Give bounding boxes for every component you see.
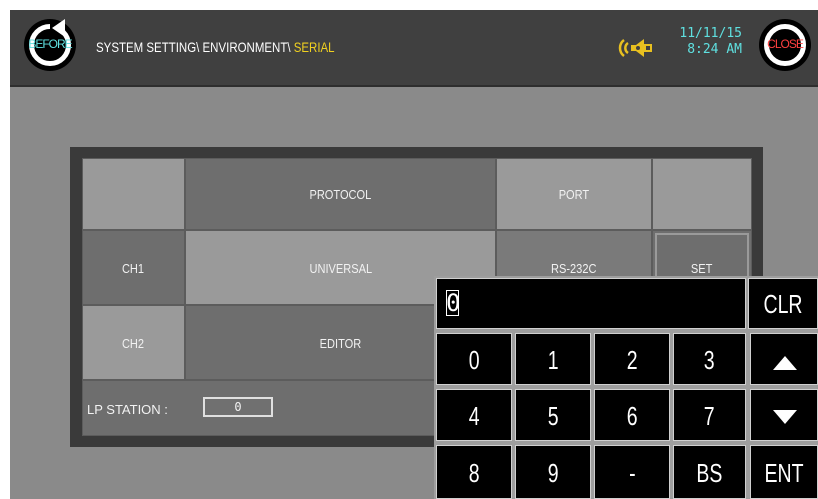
close-label: CLOSE bbox=[767, 37, 804, 51]
close-button[interactable]: CLOSE bbox=[759, 19, 811, 71]
back-arrow-icon bbox=[52, 19, 65, 37]
speaker-icon[interactable] bbox=[618, 36, 658, 60]
ch2-label: CH2 bbox=[82, 305, 185, 380]
key-7[interactable]: 7 bbox=[673, 389, 746, 441]
lp-station-input[interactable]: 0 bbox=[203, 397, 273, 417]
action-header bbox=[652, 158, 752, 230]
lp-station-label: LP STATION : bbox=[87, 402, 168, 417]
keypad-display: 0 bbox=[436, 278, 746, 329]
date-text: 11/11/15 bbox=[679, 26, 742, 41]
header-bar: BEFORE SYSTEM SETTING\ ENVIRONMENT\ SERI… bbox=[10, 10, 818, 87]
numeric-keypad: 0 CLR 0 1 2 3 4 5 6 7 8 9 - BS ENT bbox=[434, 276, 818, 499]
triangle-up-icon[interactable] bbox=[750, 333, 818, 385]
breadcrumb: SYSTEM SETTING\ ENVIRONMENT\ SERIAL bbox=[96, 39, 335, 55]
protocol-header: PROTOCOL bbox=[185, 158, 496, 230]
clr-key[interactable]: CLR bbox=[748, 278, 818, 329]
key-6[interactable]: 6 bbox=[594, 389, 670, 441]
triangle-down-icon[interactable] bbox=[750, 389, 818, 441]
ch1-label: CH1 bbox=[82, 230, 185, 305]
time-text: 8:24 AM bbox=[687, 42, 742, 57]
corner-cell bbox=[82, 158, 185, 230]
port-header: PORT bbox=[496, 158, 652, 230]
hmi-screen: BEFORE SYSTEM SETTING\ ENVIRONMENT\ SERI… bbox=[10, 10, 818, 499]
key-5[interactable]: 5 bbox=[515, 389, 591, 441]
keypad-display-value: 0 bbox=[446, 289, 461, 317]
minus-key[interactable]: - bbox=[594, 445, 670, 499]
breadcrumb-path: SYSTEM SETTING\ ENVIRONMENT\ bbox=[96, 39, 294, 55]
key-8[interactable]: 8 bbox=[436, 445, 512, 499]
key-2[interactable]: 2 bbox=[594, 333, 670, 385]
enter-key[interactable]: ENT bbox=[750, 445, 818, 499]
backspace-key[interactable]: BS bbox=[673, 445, 746, 499]
breadcrumb-current: SERIAL bbox=[293, 39, 335, 55]
key-9[interactable]: 9 bbox=[515, 445, 591, 499]
datetime-display: 11/11/15 8:24 AM bbox=[670, 26, 742, 58]
key-0[interactable]: 0 bbox=[436, 333, 512, 385]
key-1[interactable]: 1 bbox=[515, 333, 591, 385]
key-4[interactable]: 4 bbox=[436, 389, 512, 441]
before-label: BEFORE bbox=[28, 37, 72, 51]
before-button[interactable]: BEFORE bbox=[24, 19, 76, 71]
key-3[interactable]: 3 bbox=[673, 333, 746, 385]
